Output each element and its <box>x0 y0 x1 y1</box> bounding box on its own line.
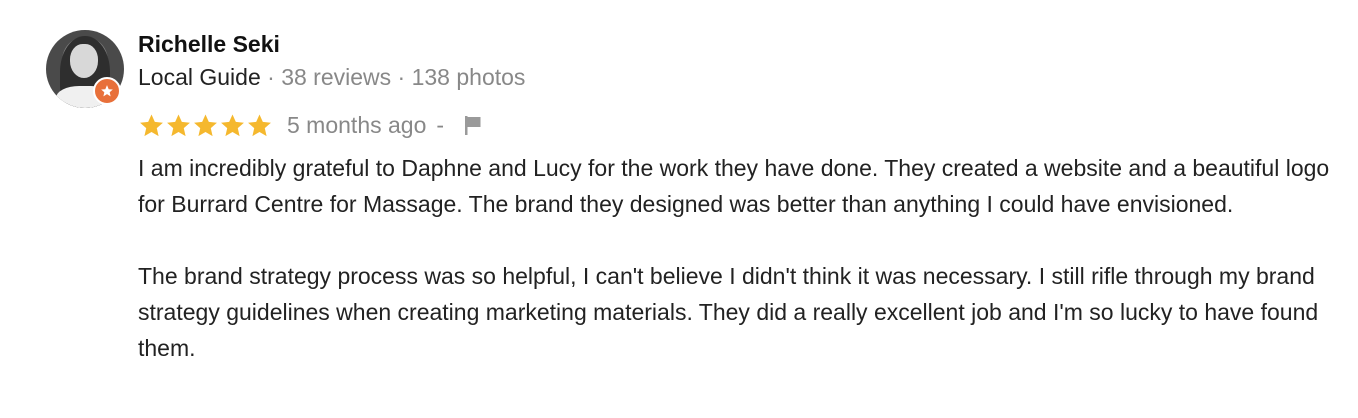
author-name[interactable]: Richelle Seki <box>138 30 280 58</box>
author-meta: Local Guide · 38 reviews · 138 photos <box>138 63 525 91</box>
meta-separator: · <box>397 64 406 90</box>
star-icon <box>221 113 244 136</box>
star-icon <box>248 113 271 136</box>
avatar[interactable] <box>46 30 124 108</box>
local-guide-star-icon <box>93 77 121 105</box>
dash-separator: - <box>436 111 445 138</box>
meta-separator: · <box>267 64 275 90</box>
star-icon <box>140 113 163 136</box>
review-paragraph: I am incredibly grateful to Daphne and L… <box>138 155 1330 217</box>
photos-count: 138 photos <box>411 64 526 90</box>
star-icon <box>167 113 190 136</box>
flag-icon[interactable] <box>460 112 486 138</box>
star-icon <box>194 113 217 136</box>
star-rating <box>138 112 273 139</box>
local-guide-label: Local Guide <box>138 64 261 90</box>
review-time: 5 months ago <box>287 111 427 138</box>
reviews-count: 38 reviews <box>281 64 392 90</box>
rating-row: 5 months ago - <box>138 110 486 140</box>
review-text: I am incredibly grateful to Daphne and L… <box>138 150 1348 366</box>
review-paragraph: The brand strategy process was so helpfu… <box>138 263 1319 361</box>
review-card: Richelle Seki Local Guide · 38 reviews ·… <box>0 0 1358 418</box>
